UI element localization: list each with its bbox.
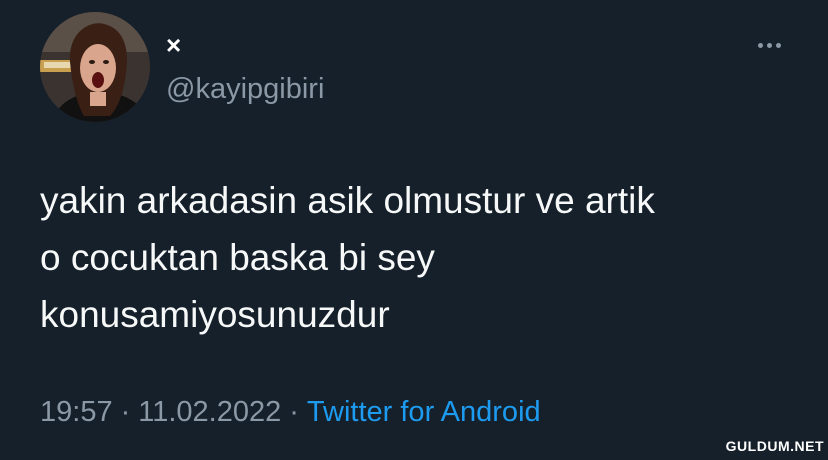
display-name[interactable]: × xyxy=(166,28,181,62)
avatar-photo xyxy=(40,12,150,122)
tweet-time[interactable]: 19:57 xyxy=(40,396,113,428)
tweet-text-line: yakin arkadasin asik olmustur ve artik xyxy=(40,180,655,221)
separator: · xyxy=(120,396,131,428)
avatar[interactable] xyxy=(40,12,150,122)
tweet-date[interactable]: 11.02.2022 xyxy=(138,396,281,428)
separator: · xyxy=(289,396,299,428)
more-horizontal-icon-dot xyxy=(766,42,772,48)
tweet-card: × @kayipgibiri yakin arkadasin asik olmu… xyxy=(0,0,828,460)
watermark: GULDUM.NET xyxy=(725,438,824,454)
tweet-text-line: o cocuktan baska bi sey xyxy=(40,237,435,278)
user-handle[interactable]: @kayipgibiri xyxy=(166,72,324,106)
tweet-source-link[interactable]: Twitter for Android xyxy=(307,396,541,428)
more-horizontal-icon xyxy=(757,42,763,48)
tweet-metadata: 19:57 · 11.02.2022 · Twitter for Android xyxy=(40,392,541,432)
tweet-text: yakin arkadasin asik olmustur ve artik o… xyxy=(40,172,800,343)
more-horizontal-icon-dot xyxy=(775,42,781,48)
more-options-button[interactable] xyxy=(748,30,790,60)
tweet-text-line: konusamiyosunuzdur xyxy=(40,294,390,335)
